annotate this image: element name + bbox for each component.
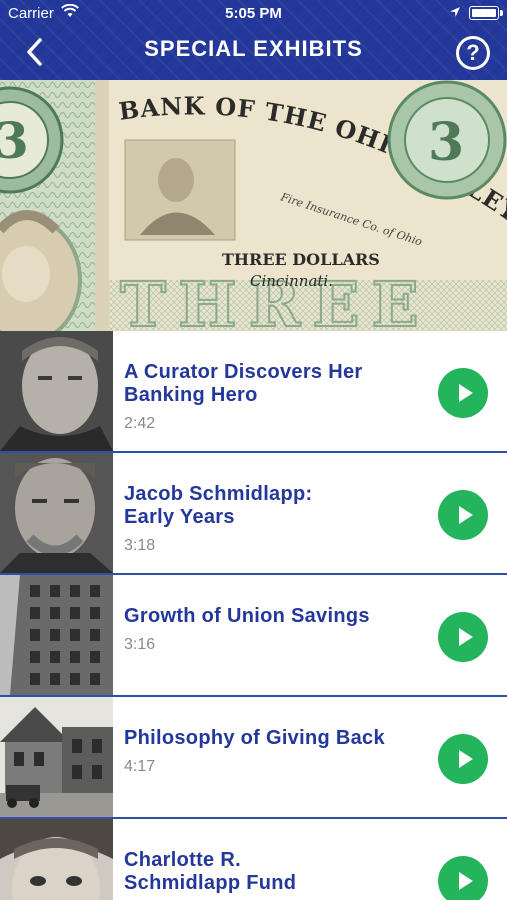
battery-icon xyxy=(469,6,503,20)
play-icon xyxy=(458,506,473,524)
play-button[interactable] xyxy=(438,490,488,540)
exhibit-thumbnail xyxy=(0,453,113,573)
question-icon: ? xyxy=(466,40,480,65)
exhibit-duration: 3:16 xyxy=(124,636,156,653)
exhibit-title-line2: Schmidlapp Fund xyxy=(124,872,297,894)
banknote-city: Cincinnati. xyxy=(250,272,333,290)
banknote-denomination: THREE DOLLARS xyxy=(222,250,380,269)
help-button[interactable]: ? xyxy=(456,36,490,70)
location-arrow-icon xyxy=(450,7,460,17)
exhibit-thumbnail xyxy=(0,575,113,695)
play-icon xyxy=(458,750,473,768)
hero-banknote-image: 3 BANK OF THE OHIO VALLEY Fire Insurance… xyxy=(0,80,507,331)
play-button[interactable] xyxy=(438,734,488,784)
play-icon xyxy=(458,384,473,402)
exhibit-title: Charlotte R. Schmidlapp Fund xyxy=(124,849,424,895)
exhibit-thumbnail xyxy=(0,819,113,900)
exhibit-title-line2: Banking Hero xyxy=(124,384,258,406)
status-bar: Carrier 5:05 PM xyxy=(0,0,507,28)
banknote-numeral-right: 3 xyxy=(428,112,464,173)
exhibit-title-line1: A Curator Discovers Her xyxy=(124,361,363,383)
exhibit-duration: 3:18 xyxy=(124,537,156,554)
exhibit-title: Growth of Union Savings xyxy=(124,605,424,628)
exhibit-title: Philosophy of Giving Back xyxy=(124,727,424,750)
exhibit-title-line1: Charlotte R. xyxy=(124,849,241,871)
list-item[interactable]: Charlotte R. Schmidlapp Fund xyxy=(0,819,507,900)
exhibit-thumbnail xyxy=(0,697,113,817)
play-icon xyxy=(458,872,473,890)
exhibit-title-line1: Growth of Union Savings xyxy=(124,605,370,627)
list-item[interactable]: Jacob Schmidlapp: Early Years 3:18 xyxy=(0,453,507,575)
exhibit-list: A Curator Discovers Her Banking Hero 2:4… xyxy=(0,331,507,900)
exhibit-title-line1: Philosophy of Giving Back xyxy=(124,727,385,749)
play-button[interactable] xyxy=(438,368,488,418)
header-bar: Carrier 5:05 PM SPECIAL EXHIBITS ? xyxy=(0,0,507,80)
list-item[interactable]: Growth of Union Savings 3:16 xyxy=(0,575,507,697)
status-time: 5:05 PM xyxy=(225,5,282,22)
exhibit-title-line1: Jacob Schmidlapp: xyxy=(124,483,313,505)
exhibit-duration: 4:17 xyxy=(124,758,156,775)
play-icon xyxy=(458,628,473,646)
banknote-numeral-left: 3 xyxy=(0,111,29,170)
list-item[interactable]: A Curator Discovers Her Banking Hero 2:4… xyxy=(0,331,507,453)
exhibit-thumbnail xyxy=(0,331,113,451)
list-item[interactable]: Philosophy of Giving Back 4:17 xyxy=(0,697,507,819)
play-button[interactable] xyxy=(438,856,488,900)
page-title: SPECIAL EXHIBITS xyxy=(144,36,363,61)
exhibit-title: A Curator Discovers Her Banking Hero xyxy=(124,361,424,407)
play-button[interactable] xyxy=(438,612,488,662)
exhibit-duration: 2:42 xyxy=(124,415,156,432)
exhibit-title: Jacob Schmidlapp: Early Years xyxy=(124,483,424,529)
exhibit-title-line2: Early Years xyxy=(124,506,235,528)
